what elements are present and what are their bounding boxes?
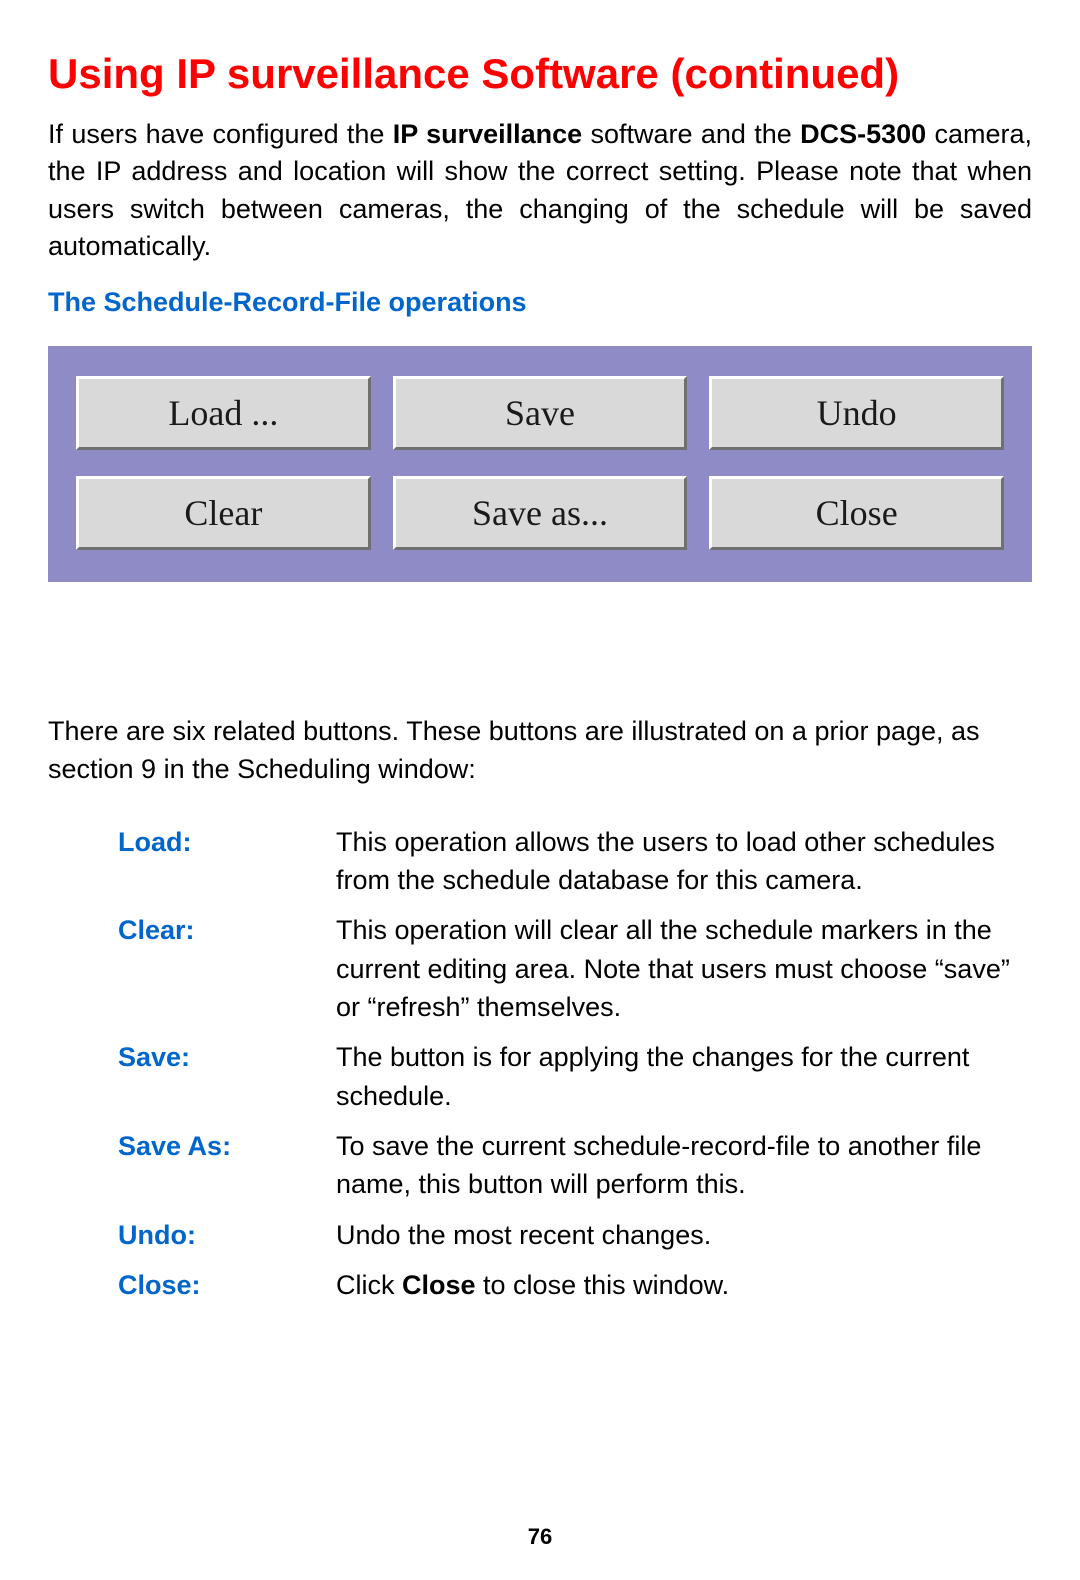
close-desc-bold: Close: [402, 1270, 476, 1300]
load-button[interactable]: Load ...: [76, 376, 371, 450]
def-term-clear: Clear:: [118, 911, 328, 1026]
clear-button[interactable]: Clear: [76, 476, 371, 550]
def-term-saveas: Save As:: [118, 1127, 328, 1204]
def-desc-saveas: To save the current schedule-record-file…: [336, 1127, 1032, 1204]
def-term-save: Save:: [118, 1038, 328, 1115]
button-panel: Load ... Save Undo Clear Save as... Clos…: [48, 346, 1032, 582]
intro-bold-2: DCS-5300: [800, 119, 926, 149]
def-term-undo: Undo:: [118, 1216, 328, 1254]
def-desc-undo: Undo the most recent changes.: [336, 1216, 1032, 1254]
intro-paragraph: If users have configured the IP surveill…: [48, 116, 1032, 265]
def-desc-close: Click Close to close this window.: [336, 1266, 1032, 1304]
def-desc-save: The button is for applying the changes f…: [336, 1038, 1032, 1115]
close-button[interactable]: Close: [709, 476, 1004, 550]
section-subtitle: The Schedule-Record-File operations: [48, 287, 1032, 318]
save-as-button[interactable]: Save as...: [393, 476, 688, 550]
undo-button[interactable]: Undo: [709, 376, 1004, 450]
button-row-2: Clear Save as... Close: [76, 476, 1004, 550]
page-number: 76: [48, 1524, 1032, 1550]
button-row-1: Load ... Save Undo: [76, 376, 1004, 450]
close-desc-pre: Click: [336, 1270, 402, 1300]
close-desc-post: to close this window.: [476, 1270, 730, 1300]
manual-page: Using IP surveillance Software (continue…: [0, 0, 1080, 1580]
def-desc-load: This operation allows the users to load …: [336, 823, 1032, 900]
save-button[interactable]: Save: [393, 376, 688, 450]
intro-bold-1: IP surveillance: [393, 119, 582, 149]
def-term-load: Load:: [118, 823, 328, 900]
explain-paragraph: There are six related buttons. These but…: [48, 712, 1032, 789]
def-desc-clear: This operation will clear all the schedu…: [336, 911, 1032, 1026]
def-term-close: Close:: [118, 1266, 328, 1304]
page-title: Using IP surveillance Software (continue…: [48, 50, 1032, 98]
intro-text-2: software and the: [582, 119, 800, 149]
definition-list: Load: This operation allows the users to…: [48, 823, 1032, 1305]
intro-text-1: If users have configured the: [48, 119, 393, 149]
